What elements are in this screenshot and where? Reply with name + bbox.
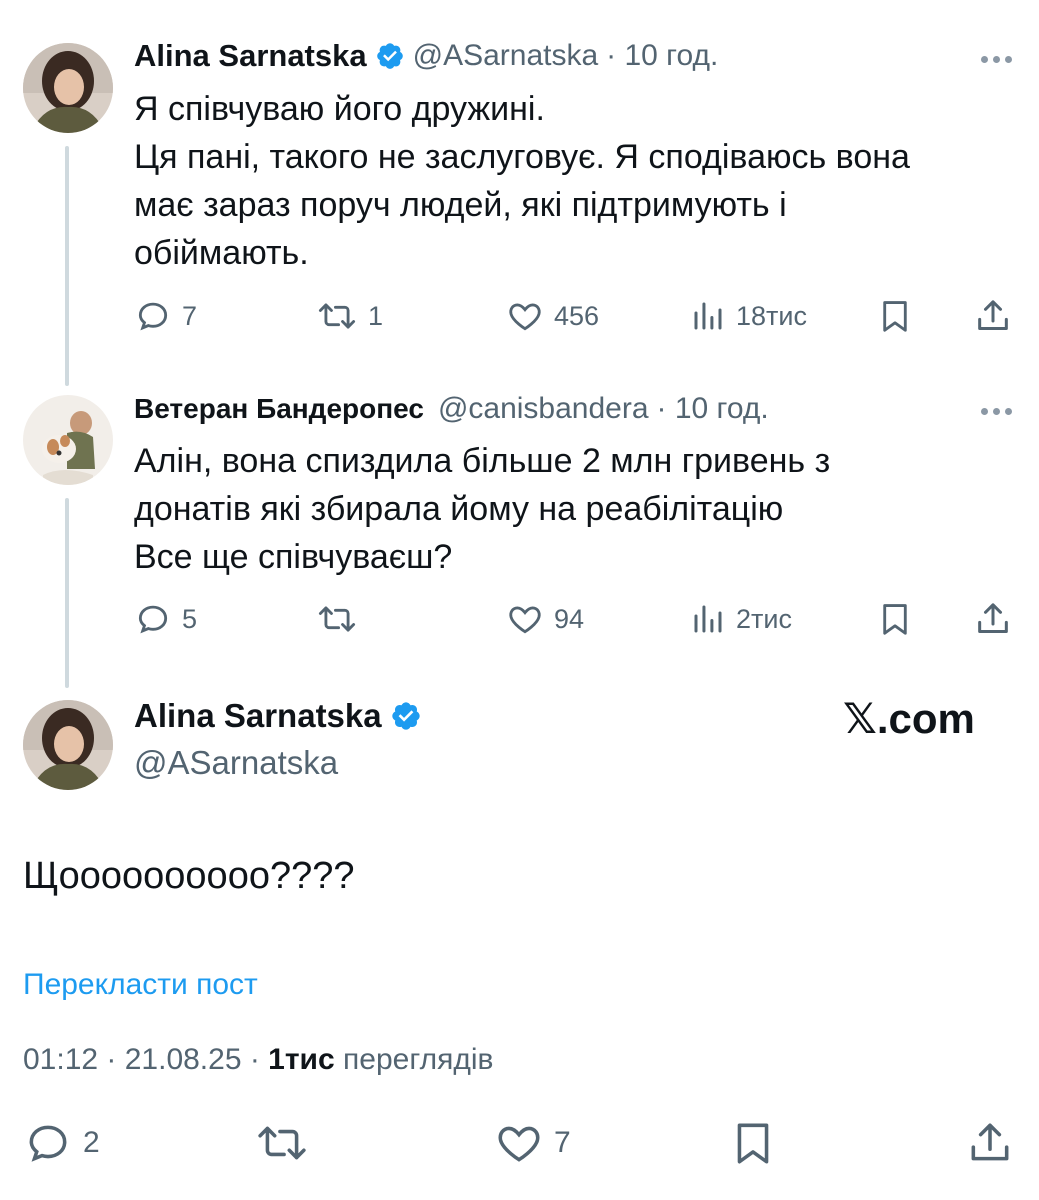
bookmark-button[interactable] bbox=[876, 295, 914, 337]
verified-badge-icon bbox=[376, 43, 403, 69]
post-time[interactable]: · 10 год. bbox=[657, 392, 769, 426]
author-handle[interactable]: @ASarnatska bbox=[134, 744, 338, 782]
retweet-button[interactable]: 1 bbox=[316, 297, 383, 335]
avatar-alina-1[interactable] bbox=[23, 43, 113, 133]
tweet1-text: Я співчуваю його дружині. Ця пані, таког… bbox=[134, 85, 1024, 277]
views-count: 18тис bbox=[736, 300, 807, 331]
tweet1-header: Alina Sarnatska @ASarnatska · 10 год. bbox=[134, 38, 718, 74]
thread-line bbox=[65, 498, 69, 688]
like-icon bbox=[509, 303, 541, 331]
bookmark-button[interactable] bbox=[728, 1116, 778, 1170]
post-time[interactable]: · 10 год. bbox=[606, 39, 718, 73]
reply-button[interactable]: 5 bbox=[134, 600, 197, 638]
reply-icon bbox=[138, 605, 168, 634]
like-button[interactable]: 94 bbox=[506, 600, 584, 638]
verified-badge-icon bbox=[391, 702, 420, 730]
translate-link[interactable]: Перекласти пост bbox=[23, 968, 258, 1002]
retweet-icon bbox=[318, 606, 356, 632]
text-line: має зараз поруч людей, які підтримують і bbox=[134, 186, 787, 224]
author-name[interactable]: Alina Sarnatska bbox=[134, 697, 382, 735]
bookmark-icon bbox=[883, 301, 907, 332]
post-meta: 01:12 · 21.08.25 · 1тис переглядів bbox=[23, 1043, 493, 1077]
share-icon bbox=[978, 300, 1008, 330]
views-icon bbox=[694, 605, 722, 633]
main-header: Alina Sarnatska bbox=[134, 697, 422, 735]
retweet-icon bbox=[258, 1126, 306, 1160]
tweet2-text: Алін, вона спиздила більше 2 млн гривень… bbox=[134, 437, 1024, 581]
views-button[interactable]: 2тис bbox=[690, 600, 792, 638]
like-button[interactable]: 456 bbox=[506, 297, 599, 335]
main-post-text: Щоооооооооо???? bbox=[23, 855, 355, 897]
views-icon bbox=[694, 302, 722, 330]
share-button[interactable] bbox=[973, 598, 1013, 640]
thread-line bbox=[65, 146, 69, 386]
like-icon bbox=[509, 606, 541, 634]
share-icon bbox=[971, 1123, 1009, 1161]
share-button[interactable] bbox=[965, 1116, 1015, 1170]
like-count: 456 bbox=[554, 300, 600, 331]
text-line: Все ще співчуваєш? bbox=[134, 538, 453, 576]
bookmark-icon bbox=[883, 604, 907, 635]
reply-count: 2 bbox=[83, 1126, 100, 1159]
like-count: 7 bbox=[554, 1126, 571, 1159]
retweet-button[interactable] bbox=[316, 600, 358, 638]
more-icon[interactable] bbox=[981, 408, 1012, 415]
bookmark-button[interactable] bbox=[876, 598, 914, 640]
author-handle[interactable]: @ASarnatska bbox=[413, 39, 599, 73]
retweet-icon bbox=[318, 303, 356, 329]
like-icon bbox=[498, 1126, 540, 1162]
reply-button[interactable]: 2 bbox=[23, 1118, 100, 1168]
post-timestamp[interactable]: 01:12 · 21.08.25 · bbox=[23, 1043, 268, 1076]
x-com-watermark: 𝕏.com bbox=[843, 695, 975, 742]
avatar-alina-main[interactable] bbox=[23, 700, 113, 790]
bookmark-icon bbox=[737, 1123, 769, 1164]
like-count: 94 bbox=[554, 603, 585, 634]
retweet-count: 1 bbox=[368, 300, 384, 331]
share-button[interactable] bbox=[973, 295, 1013, 337]
tweet2-header: Ветеран Бандеропес @canisbandera · 10 го… bbox=[134, 392, 769, 426]
more-icon[interactable] bbox=[981, 56, 1012, 63]
reply-icon bbox=[29, 1125, 67, 1162]
text-line: Ця пані, такого не заслуговує. Я сподіва… bbox=[134, 138, 910, 176]
reply-count: 5 bbox=[182, 603, 198, 634]
text-line: Я співчуваю його дружині. bbox=[134, 90, 545, 128]
author-name[interactable]: Ветеран Бандеропес bbox=[134, 393, 424, 425]
reply-button[interactable]: 7 bbox=[134, 297, 197, 335]
share-icon bbox=[978, 603, 1008, 633]
views-button[interactable]: 18тис bbox=[690, 297, 807, 335]
text-line: донатів які збирала йому на реабілітацію bbox=[134, 490, 784, 528]
retweet-button[interactable] bbox=[254, 1118, 310, 1168]
avatar-veteran[interactable] bbox=[23, 395, 113, 485]
views-label: переглядів bbox=[334, 1043, 494, 1076]
author-name[interactable]: Alina Sarnatska bbox=[134, 38, 367, 74]
text-line: Алін, вона спиздила більше 2 млн гривень… bbox=[134, 442, 831, 480]
text-line: обіймають. bbox=[134, 234, 309, 272]
reply-icon bbox=[138, 302, 168, 331]
author-handle[interactable]: @canisbandera bbox=[438, 392, 649, 426]
views-count: 1тис bbox=[268, 1043, 335, 1076]
reply-count: 7 bbox=[182, 300, 198, 331]
like-button[interactable]: 7 bbox=[494, 1118, 571, 1168]
views-count: 2тис bbox=[736, 603, 792, 634]
